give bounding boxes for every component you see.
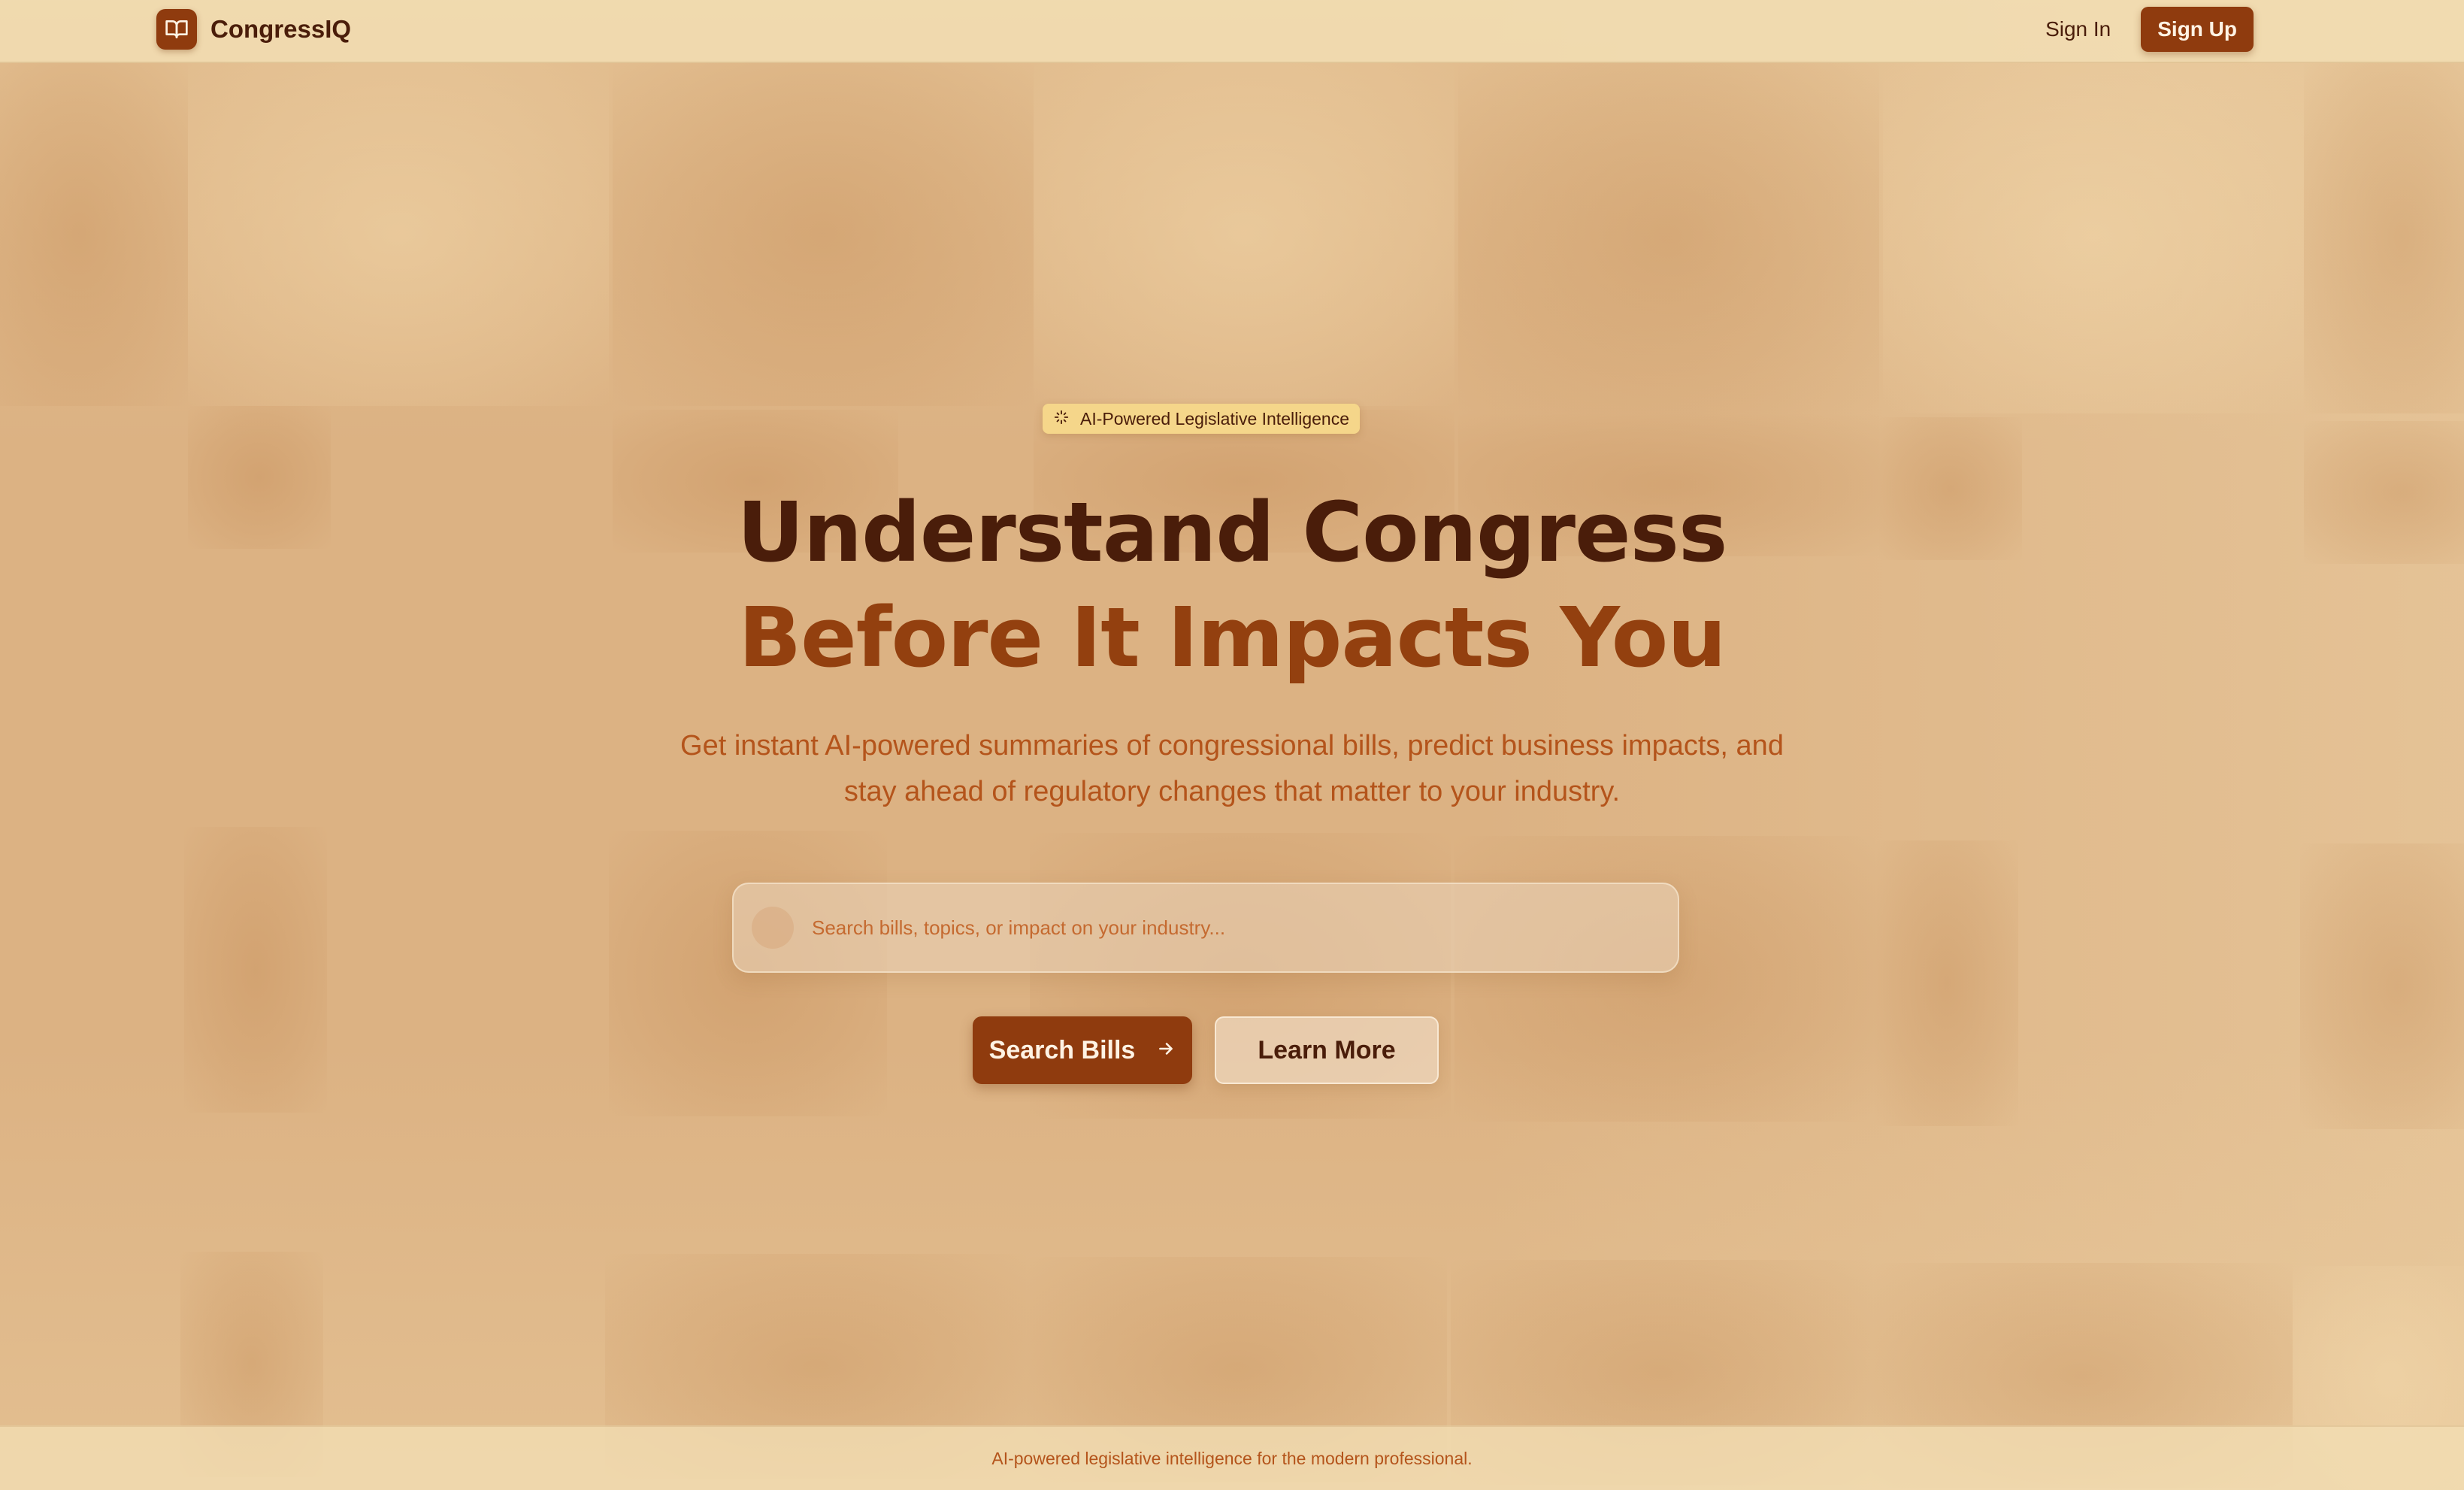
- feature-badge: AI-Powered Legislative Intelligence: [1043, 404, 1360, 434]
- learn-more-button[interactable]: Learn More: [1215, 1016, 1439, 1084]
- arrow-right-icon: [1156, 1036, 1176, 1065]
- book-open-icon: [156, 9, 197, 50]
- brand[interactable]: CongressIQ: [156, 9, 351, 50]
- badge-label: AI-Powered Legislative Intelligence: [1080, 408, 1349, 429]
- sign-up-button[interactable]: Sign Up: [2141, 7, 2254, 52]
- search-bills-button[interactable]: Search Bills: [973, 1016, 1192, 1084]
- headline-primary: Understand Congress: [737, 484, 1727, 580]
- search-input[interactable]: [812, 905, 1678, 950]
- brand-name: CongressIQ: [210, 15, 352, 43]
- search-bar[interactable]: [732, 883, 1679, 973]
- headline-accent: Before It Impacts You: [738, 589, 1726, 686]
- top-navigation-bar: CongressIQ Sign In Sign Up: [0, 0, 2464, 63]
- footer: AI-powered legislative intelligence for …: [0, 1425, 2464, 1490]
- nav-actions: Sign In Sign Up: [2045, 7, 2254, 52]
- search-icon: [752, 907, 794, 949]
- footer-tagline: AI-powered legislative intelligence for …: [991, 1448, 1473, 1468]
- sparkles-icon: [1053, 409, 1070, 429]
- search-bills-label: Search Bills: [988, 1035, 1136, 1065]
- hero-subtitle: Get instant AI-powered summaries of cong…: [680, 730, 1784, 807]
- sign-in-link[interactable]: Sign In: [2045, 17, 2111, 41]
